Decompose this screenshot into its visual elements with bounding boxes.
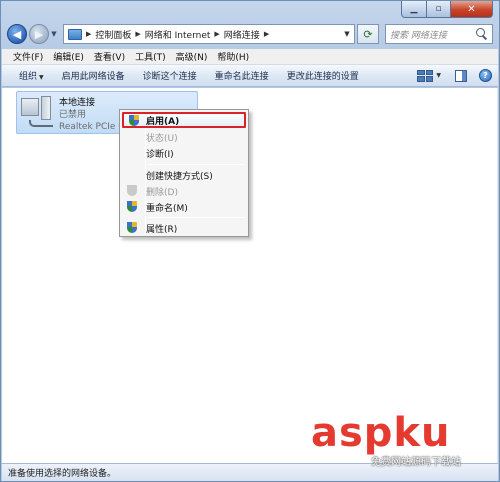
chevron-down-icon: ▼ — [39, 74, 44, 81]
context-item-create-shortcut[interactable]: 创建快捷方式(S) — [122, 167, 246, 183]
breadcrumb-separator-icon[interactable]: ▶ — [214, 30, 219, 38]
context-item-label: 创建快捷方式(S) — [146, 171, 213, 182]
organize-button[interactable]: 组织 ▼ — [10, 69, 53, 82]
shield-icon — [129, 115, 139, 126]
context-item-diagnose[interactable]: 诊断(I) — [122, 145, 246, 161]
minimize-button[interactable]: ▁ — [401, 1, 427, 18]
menu-bar: 文件(F) 编辑(E) 查看(V) 工具(T) 高级(N) 帮助(H) — [2, 49, 498, 65]
breadcrumb-separator-icon[interactable]: ▶ — [264, 30, 269, 38]
connection-adapter: Realtek PCIe G — [59, 122, 126, 132]
menu-file[interactable]: 文件(F) — [8, 50, 48, 63]
search-placeholder: 搜索 网络连接 — [390, 30, 447, 41]
explorer-window: ▁ ▫ ✕ ◀ ▶ ▼ ▶ 控制面板 ▶ 网络和 Internet ▶ 网络连接… — [0, 0, 500, 482]
status-text: 准备使用选择的网络设备。 — [8, 469, 117, 479]
view-options-dropdown[interactable]: ▼ — [436, 72, 441, 79]
minimize-icon: ▁ — [410, 4, 418, 14]
forward-arrow-icon: ▶ — [34, 27, 44, 41]
breadcrumb-separator-icon[interactable]: ▶ — [135, 30, 140, 38]
breadcrumb-network-internet[interactable]: 网络和 Internet — [145, 28, 211, 41]
connection-status: 已禁用 — [59, 110, 87, 120]
organize-label: 组织 — [19, 72, 38, 82]
context-item-label: 删除(D) — [146, 187, 178, 198]
context-item-rename[interactable]: 重命名(M) — [122, 199, 246, 215]
back-arrow-icon: ◀ — [12, 27, 22, 41]
context-menu: 启用(A) 状态(U) 诊断(I) 创建快捷方式(S) 删除(D) 重命名(M) — [119, 109, 249, 237]
preview-pane-icon[interactable] — [455, 69, 467, 82]
address-bar[interactable]: ▶ 控制面板 ▶ 网络和 Internet ▶ 网络连接 ▶ ▼ — [63, 24, 355, 44]
rename-connection-button[interactable]: 重命名此连接 — [206, 69, 278, 82]
diagnose-connection-button[interactable]: 诊断这个连接 — [134, 69, 206, 82]
help-icon[interactable]: ? — [479, 69, 492, 82]
menu-advanced[interactable]: 高级(N) — [171, 50, 213, 63]
back-button[interactable]: ◀ — [7, 24, 27, 44]
connection-name: 本地连接 — [59, 98, 96, 108]
context-item-label: 重命名(M) — [146, 203, 188, 214]
shield-icon — [127, 201, 137, 212]
forward-button[interactable]: ▶ — [29, 24, 49, 44]
address-dropdown-button[interactable]: ▼ — [340, 25, 354, 43]
close-button[interactable]: ✕ — [451, 1, 493, 18]
menu-edit[interactable]: 编辑(E) — [48, 50, 89, 63]
context-menu-separator — [148, 164, 245, 165]
menu-help[interactable]: 帮助(H) — [212, 50, 254, 63]
change-view-icon[interactable] — [417, 69, 434, 82]
view-controls: ▼ ? — [417, 69, 498, 82]
window-caption-buttons: ▁ ▫ ✕ — [401, 1, 493, 19]
connection-details: 本地连接 已禁用 Realtek PCIe G — [59, 97, 125, 133]
context-item-label: 诊断(I) — [146, 149, 174, 160]
recent-pages-dropdown[interactable]: ▼ — [49, 30, 59, 38]
shield-icon — [127, 222, 137, 233]
refresh-icon: ⟳ — [363, 27, 373, 41]
breadcrumb-network-connections[interactable]: 网络连接 — [224, 28, 260, 41]
refresh-button[interactable]: ⟳ — [357, 24, 379, 44]
menu-view[interactable]: 查看(V) — [89, 50, 130, 63]
maximize-button[interactable]: ▫ — [427, 1, 451, 18]
context-item-label: 启用(A) — [146, 116, 180, 127]
context-item-label: 属性(R) — [146, 224, 178, 235]
breadcrumb-separator-icon[interactable]: ▶ — [86, 30, 91, 38]
search-input[interactable]: 搜索 网络连接 — [385, 24, 493, 44]
context-item-status: 状态(U) — [122, 129, 246, 145]
enable-device-button[interactable]: 启用此网络设备 — [53, 69, 134, 82]
connections-list: 本地连接 已禁用 Realtek PCIe G — [2, 88, 498, 463]
change-settings-button[interactable]: 更改此连接的设置 — [278, 69, 368, 82]
status-bar: 准备使用选择的网络设备。 — [2, 463, 498, 481]
breadcrumb-control-panel[interactable]: 控制面板 — [95, 28, 131, 41]
close-icon: ✕ — [467, 3, 476, 15]
context-item-delete: 删除(D) — [122, 183, 246, 199]
control-panel-folder-icon — [68, 28, 82, 40]
command-bar: 组织 ▼ 启用此网络设备 诊断这个连接 重命名此连接 更改此连接的设置 ▼ ? — [2, 65, 498, 87]
maximize-icon: ▫ — [435, 4, 442, 14]
content-edge — [497, 88, 498, 463]
menu-tools[interactable]: 工具(T) — [130, 50, 171, 63]
address-row: ◀ ▶ ▼ ▶ 控制面板 ▶ 网络和 Internet ▶ 网络连接 ▶ ▼ ⟳… — [7, 21, 493, 47]
context-item-label: 状态(U) — [146, 133, 178, 144]
search-icon[interactable] — [476, 28, 488, 40]
context-menu-separator — [148, 217, 245, 218]
network-adapter-icon — [21, 96, 57, 130]
context-item-enable[interactable]: 启用(A) — [122, 112, 246, 128]
shield-icon — [127, 185, 137, 196]
context-item-properties[interactable]: 属性(R) — [122, 220, 246, 236]
